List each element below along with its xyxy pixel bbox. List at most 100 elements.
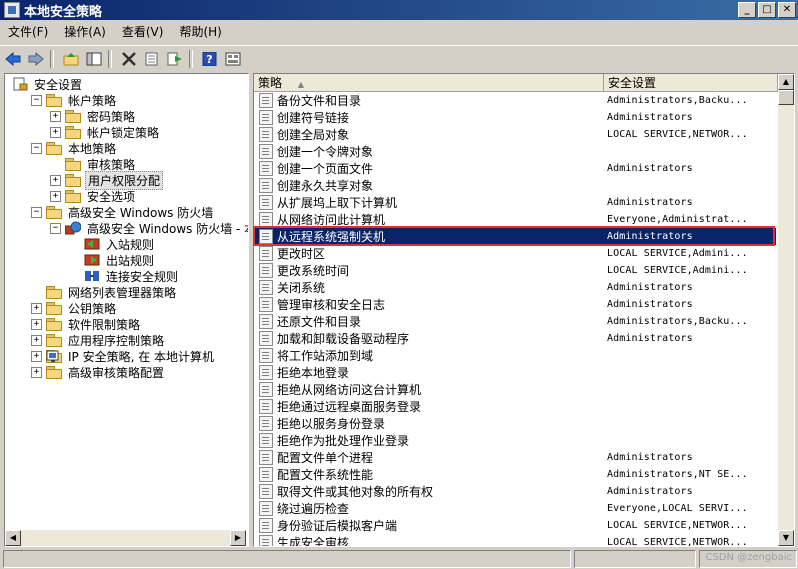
minimize-button[interactable]: _ bbox=[738, 2, 756, 18]
collapse-icon[interactable]: − bbox=[31, 142, 42, 154]
tree-item[interactable]: + 用户权限分配 bbox=[50, 170, 164, 190]
policy-row[interactable]: 从网络访问此计算机 Everyone,Administrat... bbox=[254, 211, 776, 228]
policy-row[interactable]: 创建一个令牌对象 bbox=[254, 143, 776, 160]
forward-icon[interactable] bbox=[26, 49, 46, 69]
policy-row[interactable]: 拒绝作为批处理作业登录 bbox=[254, 432, 776, 449]
policy-row[interactable]: 绕过遍历检查 Everyone,LOCAL SERVI... bbox=[254, 500, 776, 517]
column-header-security[interactable]: 安全设置 bbox=[604, 74, 778, 92]
menu-help[interactable]: 帮助(H) bbox=[171, 22, 229, 42]
expand-icon[interactable]: + bbox=[50, 174, 61, 186]
policy-security-setting: Administrators bbox=[607, 486, 693, 497]
policy-row[interactable]: 创建全局对象 LOCAL SERVICE,NETWOR... bbox=[254, 126, 776, 143]
delete-icon[interactable] bbox=[119, 49, 139, 69]
help-icon[interactable]: ? bbox=[200, 49, 220, 69]
tree-item[interactable]: + 帐户锁定策略 bbox=[50, 124, 161, 140]
column-header-policy[interactable]: 策略 ▲ bbox=[254, 74, 604, 92]
policy-row[interactable]: 创建一个页面文件 Administrators bbox=[254, 160, 776, 177]
policy-row[interactable]: 更改系统时间 LOCAL SERVICE,Admini... bbox=[254, 262, 776, 279]
view-icon[interactable] bbox=[223, 49, 243, 69]
expand-icon[interactable]: + bbox=[31, 366, 42, 378]
policy-row[interactable]: 创建符号链接 Administrators bbox=[254, 109, 776, 126]
tree-item[interactable]: 连接安全规则 bbox=[69, 268, 180, 284]
policy-row[interactable]: 取得文件或其他对象的所有权 Administrators bbox=[254, 483, 776, 500]
policy-row[interactable]: 拒绝本地登录 bbox=[254, 364, 776, 381]
policy-row[interactable]: 拒绝通过远程桌面服务登录 bbox=[254, 398, 776, 415]
menu-file[interactable]: 文件(F) bbox=[0, 22, 56, 42]
collapse-icon[interactable]: − bbox=[31, 94, 42, 106]
tree-item[interactable]: + 安全选项 bbox=[50, 188, 137, 204]
folder-icon bbox=[46, 366, 62, 379]
list-vertical-scrollbar[interactable]: ▲ ▼ bbox=[778, 74, 794, 546]
tree-pane[interactable]: 安全设置 − 帐户策略 + 密码策略 + 帐户锁定策略 − 本地策略 审核策略 + 用户权限分配 + 安全… bbox=[4, 73, 249, 547]
expand-icon[interactable]: + bbox=[50, 126, 61, 138]
close-button[interactable]: ✕ bbox=[778, 2, 796, 18]
tree-item[interactable]: 安全设置 bbox=[12, 76, 84, 92]
expand-icon[interactable]: + bbox=[50, 190, 61, 202]
show-tree-icon[interactable] bbox=[84, 49, 104, 69]
outbound-rules-icon bbox=[84, 253, 100, 267]
folder-icon bbox=[65, 174, 81, 187]
export-icon[interactable] bbox=[165, 49, 185, 69]
expand-icon[interactable]: + bbox=[31, 302, 42, 314]
tree-item[interactable]: + 高级审核策略配置 bbox=[31, 364, 166, 380]
scroll-thumb[interactable] bbox=[778, 90, 794, 105]
policy-row[interactable]: 拒绝从网络访问这台计算机 bbox=[254, 381, 776, 398]
tree-item[interactable]: − 本地策略 bbox=[31, 140, 118, 156]
menu-action[interactable]: 操作(A) bbox=[56, 22, 114, 42]
folder-icon bbox=[46, 334, 62, 347]
policy-row[interactable]: 配置文件系统性能 Administrators,NT SE... bbox=[254, 466, 776, 483]
tree-horizontal-scrollbar[interactable]: ◀ ▶ bbox=[5, 530, 246, 546]
policy-row[interactable]: 配置文件单个进程 Administrators bbox=[254, 449, 776, 466]
policy-name: 拒绝通过远程桌面服务登录 bbox=[277, 400, 422, 414]
back-icon[interactable] bbox=[3, 49, 23, 69]
scroll-right-icon[interactable]: ▶ bbox=[230, 530, 246, 546]
policy-row[interactable]: 将工作站添加到域 bbox=[254, 347, 776, 364]
maximize-button[interactable]: □ bbox=[758, 2, 776, 18]
policy-row[interactable]: 更改时区 LOCAL SERVICE,Admini... bbox=[254, 245, 776, 262]
tree-item[interactable]: − 帐户策略 bbox=[31, 92, 118, 108]
policy-row[interactable]: 还原文件和目录 Administrators,Backu... bbox=[254, 313, 776, 330]
expand-icon[interactable]: + bbox=[31, 334, 42, 346]
policy-row[interactable]: 身份验证后模拟客户端 LOCAL SERVICE,NETWOR... bbox=[254, 517, 776, 534]
scroll-down-icon[interactable]: ▼ bbox=[778, 530, 794, 546]
tree-item[interactable]: + IP 安全策略, 在 本地计算机 bbox=[31, 348, 216, 364]
tree-item[interactable]: + 应用程序控制策略 bbox=[31, 332, 166, 348]
policy-row[interactable]: 创建永久共享对象 bbox=[254, 177, 776, 194]
scroll-track[interactable] bbox=[21, 530, 230, 546]
tree-item[interactable]: + 密码策略 bbox=[50, 108, 137, 124]
tree-item[interactable]: 网络列表管理器策略 bbox=[31, 284, 178, 300]
policy-row[interactable]: 管理审核和安全日志 Administrators bbox=[254, 296, 776, 313]
expand-icon[interactable]: + bbox=[50, 110, 61, 122]
up-folder-icon[interactable] bbox=[61, 49, 81, 69]
collapse-icon[interactable]: − bbox=[31, 206, 42, 218]
policy-row[interactable]: 备份文件和目录 Administrators,Backu... bbox=[254, 92, 776, 109]
expand-icon[interactable]: + bbox=[31, 350, 42, 362]
tree-item[interactable]: 入站规则 bbox=[69, 236, 156, 252]
expand-icon[interactable]: + bbox=[31, 318, 42, 330]
pane-splitter[interactable] bbox=[248, 73, 252, 545]
tree-item[interactable]: + 软件限制策略 bbox=[31, 316, 142, 332]
tree-item[interactable]: − 高级安全 Windows 防火墙 bbox=[31, 204, 215, 220]
policy-list-pane[interactable]: 策略 ▲ 安全设置 备份文件和目录 Administrators,Backu...… bbox=[253, 73, 795, 547]
policy-row[interactable]: 从扩展坞上取下计算机 Administrators bbox=[254, 194, 776, 211]
policy-icon bbox=[259, 161, 273, 176]
tree-item[interactable]: − 高级安全 Windows 防火墙 - 本地 bbox=[50, 220, 248, 236]
svg-text:?: ? bbox=[206, 53, 212, 66]
policy-row[interactable]: 关闭系统 Administrators bbox=[254, 279, 776, 296]
tree-item[interactable]: 出站规则 bbox=[69, 252, 156, 268]
menu-view[interactable]: 查看(V) bbox=[114, 22, 172, 42]
policy-icon bbox=[259, 178, 273, 193]
policy-name: 拒绝本地登录 bbox=[277, 366, 350, 380]
policy-icon bbox=[259, 246, 273, 261]
policy-row[interactable]: 拒绝以服务身份登录 bbox=[254, 415, 776, 432]
scroll-left-icon[interactable]: ◀ bbox=[5, 530, 21, 546]
tree-item-label: IP 安全策略, 在 本地计算机 bbox=[68, 349, 215, 364]
policy-row[interactable]: 从远程系统强制关机 Administrators bbox=[254, 228, 776, 245]
properties-icon[interactable] bbox=[142, 49, 162, 69]
policy-row[interactable]: 加载和卸载设备驱动程序 Administrators bbox=[254, 330, 776, 347]
tree-item[interactable]: + 公钥策略 bbox=[31, 300, 118, 316]
policy-icon bbox=[259, 229, 273, 244]
collapse-icon[interactable]: − bbox=[50, 222, 61, 234]
policy-row[interactable]: 生成安全审核 LOCAL SERVICE,NETWOR... bbox=[254, 534, 776, 546]
scroll-up-icon[interactable]: ▲ bbox=[778, 74, 794, 90]
